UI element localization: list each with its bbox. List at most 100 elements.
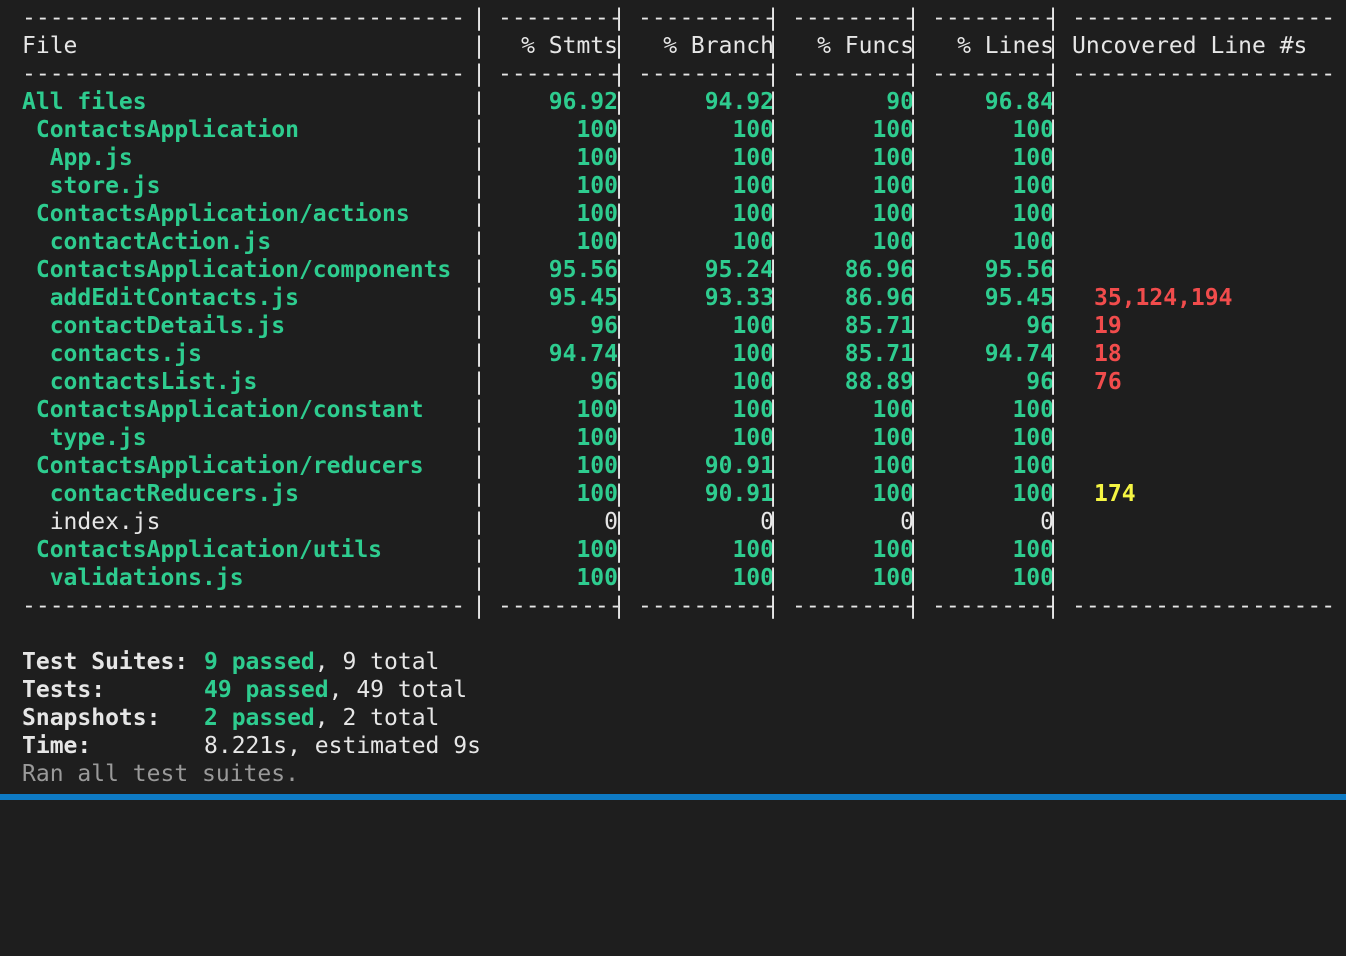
branch-cell: 100	[732, 397, 774, 423]
table-row: ContactsApplication/actions | 100 | 100 | 100 |…	[22, 200, 1332, 228]
uncovered-cell: 19	[1094, 313, 1122, 339]
stmts-cell: 100	[576, 117, 618, 143]
branch-cell: 94.92	[704, 89, 774, 115]
summary-tests: Tests: 49 passed, 49 total	[22, 677, 468, 703]
table-row: ContactsApplication/components | 95.56 | 95.…	[22, 256, 1332, 284]
separator-branch: ----------	[638, 5, 774, 31]
file-cell: ContactsApplication	[22, 117, 299, 143]
table-row: validations.js | 100 | 100 | 100 | 100 |	[22, 564, 1332, 592]
lines-cell: 100	[1012, 537, 1054, 563]
lines-cell: 96	[1026, 369, 1054, 395]
branch-cell: 100	[732, 565, 774, 591]
separator-lines: ---------	[932, 5, 1054, 31]
lines-cell: 0	[1040, 509, 1054, 535]
separator-uncovered: -------------------	[1072, 5, 1332, 31]
lines-cell: 100	[1012, 397, 1054, 423]
lines-cell: 100	[1012, 453, 1054, 479]
file-cell: contacts.js	[22, 341, 203, 367]
file-cell: contactReducers.js	[22, 481, 299, 507]
branch-cell: 95.24	[704, 257, 774, 283]
stmts-cell: 100	[576, 537, 618, 563]
file-cell: store.js	[22, 173, 161, 199]
funcs-cell: 100	[872, 145, 914, 171]
stmts-cell: 100	[576, 173, 618, 199]
uncovered-cell	[1072, 564, 1346, 592]
funcs-cell: 85.71	[844, 313, 914, 339]
file-cell: contactAction.js	[22, 229, 272, 255]
table-row: App.js | 100 | 100 | 100 | 100 |	[22, 144, 1332, 172]
funcs-cell: 100	[872, 173, 914, 199]
lines-cell: 100	[1012, 229, 1054, 255]
coverage-table: -------------------------------- | -----…	[22, 4, 1332, 620]
funcs-cell: 0	[900, 509, 914, 535]
funcs-cell: 85.71	[844, 341, 914, 367]
funcs-cell: 100	[872, 201, 914, 227]
table-header-separator: -------------------------------- | -----…	[22, 61, 1332, 87]
funcs-cell: 86.96	[844, 257, 914, 283]
branch-cell: 90.91	[704, 453, 774, 479]
funcs-cell: 88.89	[844, 369, 914, 395]
table-row: contacts.js | 94.74 | 100 | 85.71 | 94.74 | 18	[22, 340, 1332, 368]
table-row: store.js | 100 | 100 | 100 | 100 |	[22, 172, 1332, 200]
uncovered-cell: 35,124,194	[1094, 285, 1233, 311]
table-row: index.js | 0 | 0 | 0 | 0 |	[22, 508, 1332, 536]
lines-cell: 100	[1012, 565, 1054, 591]
file-cell: ContactsApplication/components	[22, 257, 452, 283]
lines-cell: 96.84	[984, 89, 1054, 115]
file-cell: App.js	[22, 145, 133, 171]
uncovered-cell	[1072, 256, 1346, 284]
lines-cell: 94.74	[984, 341, 1054, 367]
header-funcs: % Funcs	[817, 33, 914, 59]
branch-cell: 100	[732, 425, 774, 451]
table-row: addEditContacts.js | 95.45 | 93.33 | 86.96 | 95.…	[22, 284, 1332, 312]
summary-test-suites: Test Suites: 9 passed, 9 total	[22, 649, 440, 675]
uncovered-cell: 76	[1094, 369, 1122, 395]
branch-cell: 100	[732, 145, 774, 171]
stmts-cell: 96	[590, 369, 618, 395]
uncovered-cell	[1072, 536, 1346, 564]
file-cell: ContactsApplication/actions	[22, 201, 410, 227]
funcs-cell: 100	[872, 537, 914, 563]
table-row: ContactsApplication/reducers | 100 | 90.91 | 1…	[22, 452, 1332, 480]
funcs-cell: 100	[872, 481, 914, 507]
separator-funcs: ---------	[792, 5, 914, 31]
stmts-cell: 95.45	[548, 285, 618, 311]
uncovered-cell	[1072, 116, 1346, 144]
uncovered-cell: 174	[1094, 481, 1136, 507]
stmts-cell: 100	[576, 145, 618, 171]
stmts-cell: 100	[576, 425, 618, 451]
uncovered-cell	[1072, 228, 1346, 256]
status-bar	[0, 794, 1346, 800]
stmts-cell: 95.56	[548, 257, 618, 283]
branch-cell: 93.33	[704, 285, 774, 311]
table-bottom-separator: -------------------------------- | -----…	[22, 593, 1332, 619]
file-cell: ContactsApplication/utils	[22, 537, 383, 563]
stmts-cell: 100	[576, 565, 618, 591]
branch-cell: 90.91	[704, 481, 774, 507]
file-cell: type.js	[22, 425, 147, 451]
lines-cell: 100	[1012, 173, 1054, 199]
header-branch: % Branch	[663, 33, 774, 59]
lines-cell: 100	[1012, 425, 1054, 451]
lines-cell: 100	[1012, 201, 1054, 227]
file-cell: addEditContacts.js	[22, 285, 299, 311]
summary-snapshots: Snapshots: 2 passed, 2 total	[22, 705, 440, 731]
branch-cell: 0	[760, 509, 774, 535]
branch-cell: 100	[732, 537, 774, 563]
branch-cell: 100	[732, 369, 774, 395]
table-row: contactAction.js | 100 | 100 | 100 | 100 |	[22, 228, 1332, 256]
table-row: contactReducers.js | 100 | 90.91 | 100 | 100 | 174	[22, 480, 1332, 508]
table-row: contactsList.js | 96 | 100 | 88.89 | 96 | 76	[22, 368, 1332, 396]
funcs-cell: 100	[872, 453, 914, 479]
funcs-cell: 100	[872, 117, 914, 143]
table-header: File | % Stmts | % Branch | % Funcs | % …	[22, 32, 1332, 60]
lines-cell: 96	[1026, 313, 1054, 339]
lines-cell: 100	[1012, 145, 1054, 171]
table-row: contactDetails.js | 96 | 100 | 85.71 | 96 | 19	[22, 312, 1332, 340]
branch-cell: 100	[732, 229, 774, 255]
uncovered-cell: 18	[1094, 341, 1122, 367]
uncovered-cell	[1072, 424, 1346, 452]
stmts-cell: 94.74	[548, 341, 618, 367]
stmts-cell: 100	[576, 481, 618, 507]
file-cell: index.js	[22, 509, 161, 535]
